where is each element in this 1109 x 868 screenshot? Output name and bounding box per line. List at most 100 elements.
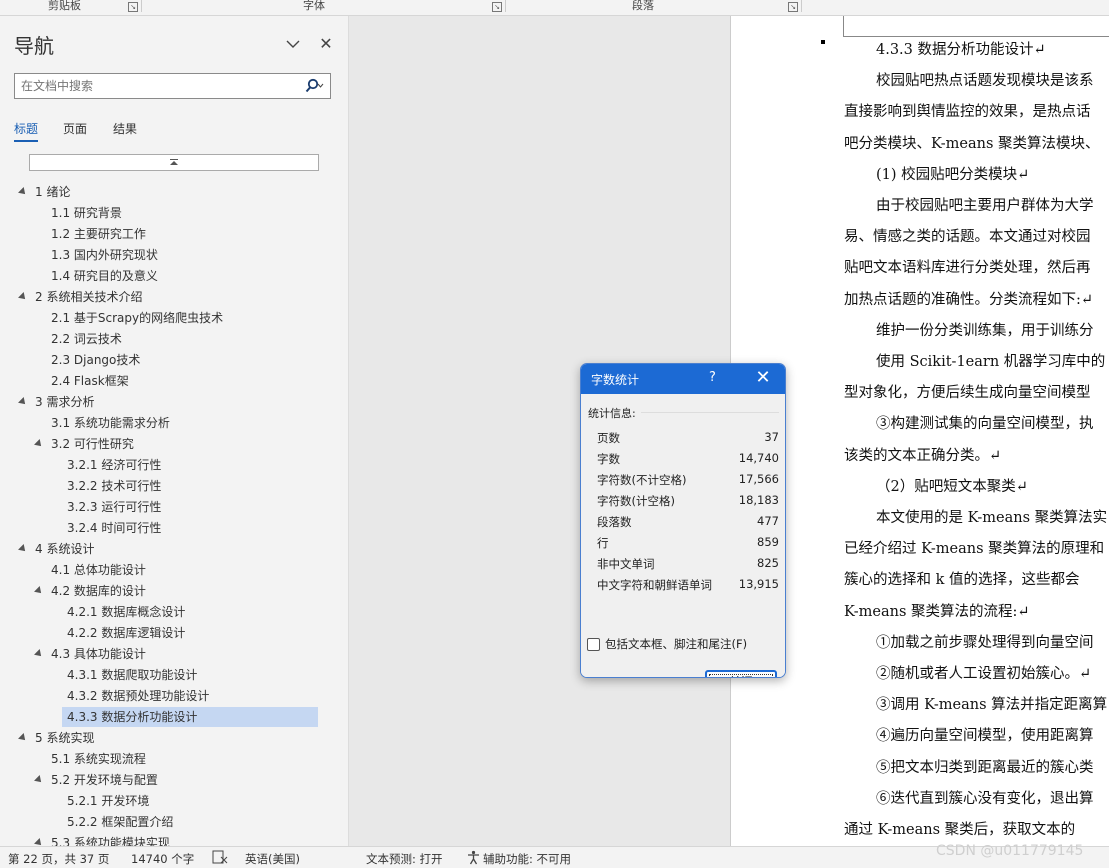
- nav-heading-item[interactable]: 3.2.2 技术可行性: [67, 476, 161, 496]
- font-launcher-icon[interactable]: ↘: [492, 2, 502, 12]
- document-text-line: ⑥迭代直到簇心没有变化，退出算: [876, 787, 1094, 808]
- document-text-line: 该类的文本正确分类。↵: [844, 444, 1001, 465]
- section-heading: 4.3.3 数据分析功能设计↵: [876, 38, 1046, 59]
- include-textboxes-checkbox[interactable]: [587, 638, 600, 651]
- stat-row: 字符数(不计空格)17,566: [597, 472, 779, 493]
- nav-heading-item[interactable]: 5.1 系统实现流程: [51, 749, 146, 769]
- nav-heading-item[interactable]: 1 绪论: [35, 182, 70, 202]
- nav-heading-item[interactable]: 2.1 基于Scrapy的网络爬虫技术: [51, 308, 223, 328]
- document-text-line: 簇心的选择和 k 值的选择，这些都会: [844, 568, 1080, 589]
- nav-heading-item[interactable]: 3.2.3 运行可行性: [67, 497, 161, 517]
- document-text-line: ③调用 K-means 算法并指定距离算: [876, 693, 1107, 714]
- proofing-icon[interactable]: [212, 850, 228, 867]
- expand-arrow-icon[interactable]: [18, 292, 28, 302]
- expand-arrow-icon[interactable]: [18, 397, 28, 407]
- close-button[interactable]: 关闭: [705, 670, 777, 678]
- clipboard-launcher-icon[interactable]: ↘: [128, 2, 138, 12]
- stat-row: 段落数477: [597, 514, 779, 535]
- expand-arrow-icon[interactable]: [34, 649, 44, 659]
- nav-heading-item[interactable]: 1.4 研究目的及意义: [51, 266, 158, 286]
- nav-search-input[interactable]: [15, 74, 295, 98]
- stat-value: 17,566: [739, 472, 779, 486]
- nav-heading-item[interactable]: 5.2 开发环境与配置: [51, 770, 158, 790]
- nav-heading-item[interactable]: 4.3 具体功能设计: [51, 644, 146, 664]
- stat-label: 行: [597, 535, 609, 551]
- nav-heading-item[interactable]: 5.2.1 开发环境: [67, 791, 149, 811]
- nav-heading-item[interactable]: 4.2 数据库的设计: [51, 581, 146, 601]
- nav-heading-item[interactable]: 4.3.3 数据分析功能设计: [67, 707, 197, 727]
- nav-heading-item[interactable]: 4.3.1 数据爬取功能设计: [67, 665, 197, 685]
- document-text-line: 贴吧文本语料库进行分类处理，然后再: [844, 256, 1091, 277]
- nav-heading-item[interactable]: 3 需求分析: [35, 392, 94, 412]
- nav-heading-item[interactable]: 4.2.2 数据库逻辑设计: [67, 623, 185, 643]
- status-text-prediction[interactable]: 文本预测: 打开: [366, 851, 443, 867]
- dialog-titlebar[interactable]: 字数统计 ? ✕: [581, 364, 786, 394]
- accessibility-icon[interactable]: [466, 850, 481, 868]
- nav-heading-item[interactable]: 5.3 系统功能模块实现: [51, 833, 170, 846]
- stat-row: 中文字符和朝鲜语单词13,915: [597, 577, 779, 598]
- document-text-line: 校园贴吧热点话题发现模块是该系: [876, 69, 1094, 90]
- expand-arrow-icon[interactable]: [34, 838, 44, 846]
- status-word-count[interactable]: 14740 个字: [131, 851, 194, 867]
- nav-title: 导航: [14, 30, 54, 59]
- ribbon-divider: [505, 0, 506, 12]
- status-accessibility[interactable]: 辅助功能: 不可用: [483, 851, 571, 867]
- document-text-line: K-means 聚类算法的流程:↵: [844, 600, 1030, 621]
- stat-value: 477: [757, 514, 779, 528]
- stat-value: 37: [764, 430, 779, 444]
- stat-value: 14,740: [739, 451, 779, 465]
- include-textboxes-option[interactable]: 包括文本框、脚注和尾注(F): [587, 636, 783, 654]
- close-icon[interactable]: ✕: [755, 368, 771, 388]
- nav-heading-item[interactable]: 4 系统设计: [35, 539, 94, 559]
- expand-arrow-icon[interactable]: [34, 439, 44, 449]
- nav-scroll-up-bar[interactable]: [29, 154, 319, 171]
- tab-pages[interactable]: 页面: [63, 120, 87, 137]
- nav-search-box[interactable]: [14, 73, 331, 99]
- nav-heading-item[interactable]: 1.2 主要研究工作: [51, 224, 146, 244]
- nav-heading-item[interactable]: 1.1 研究背景: [51, 203, 122, 223]
- nav-heading-item[interactable]: 2.2 词云技术: [51, 329, 122, 349]
- nav-heading-item[interactable]: 2.3 Django技术: [51, 350, 140, 370]
- nav-heading-item[interactable]: 4.1 总体功能设计: [51, 560, 146, 580]
- stat-value: 13,915: [739, 577, 779, 591]
- document-text-line: ⑤把文本归类到距离最近的簇心类: [876, 756, 1094, 777]
- nav-heading-item[interactable]: 4.3.2 数据预处理功能设计: [67, 686, 209, 706]
- expand-arrow-icon[interactable]: [18, 187, 28, 197]
- expand-arrow-icon[interactable]: [34, 775, 44, 785]
- document-page[interactable]: 4.3.3 数据分析功能设计↵校园贴吧热点话题发现模块是该系直接影响到舆情监控的…: [730, 16, 1109, 846]
- paragraph-launcher-icon[interactable]: ↘: [788, 2, 798, 12]
- stat-label: 字数: [597, 451, 620, 467]
- help-icon[interactable]: ?: [709, 370, 716, 385]
- tab-results[interactable]: 结果: [113, 120, 137, 137]
- expand-arrow-icon[interactable]: [34, 586, 44, 596]
- nav-heading-item[interactable]: 3.2 可行性研究: [51, 434, 134, 454]
- expand-arrow-icon[interactable]: [18, 544, 28, 554]
- nav-heading-item[interactable]: 3.2.1 经济可行性: [67, 455, 161, 475]
- search-icon[interactable]: [304, 78, 324, 94]
- crop-mark: [843, 36, 1109, 37]
- stat-label: 字符数(计空格): [597, 493, 675, 509]
- nav-heading-item[interactable]: 5 系统实现: [35, 728, 94, 748]
- navigation-pane: 导航 ✕ 标题 页面 结果 1 绪论1.1 研究背景1.2 主要研究工作1.3 …: [0, 16, 349, 846]
- tab-headings[interactable]: 标题: [14, 120, 38, 137]
- nav-heading-item[interactable]: 2.4 Flask框架: [51, 371, 129, 391]
- document-text-line: 通过 K-means 聚类后，获取文本的: [844, 818, 1075, 839]
- expand-arrow-icon[interactable]: [18, 733, 28, 743]
- nav-heading-item[interactable]: 3.2.4 时间可行性: [67, 518, 161, 538]
- status-page[interactable]: 第 22 页，共 37 页: [8, 851, 109, 867]
- nav-heading-tree: 1 绪论1.1 研究背景1.2 主要研究工作1.3 国内外研究现状1.4 研究目…: [0, 172, 349, 846]
- status-language[interactable]: 英语(美国): [245, 851, 300, 867]
- close-icon[interactable]: ✕: [318, 36, 334, 52]
- document-text-line: ②随机或者人工设置初始簇心。↵: [876, 662, 1091, 683]
- document-text-line: 本文使用的是 K-means 聚类算法实: [876, 506, 1107, 527]
- stat-value: 18,183: [739, 493, 779, 507]
- chevron-down-icon[interactable]: [285, 36, 301, 52]
- dialog-body: 统计信息: 包括文本框、脚注和尾注(F) 关闭 页数37字数14,740字符数(…: [581, 394, 786, 678]
- stat-value: 825: [757, 556, 779, 570]
- nav-heading-item[interactable]: 4.2.1 数据库概念设计: [67, 602, 185, 622]
- nav-heading-item[interactable]: 1.3 国内外研究现状: [51, 245, 158, 265]
- nav-heading-item[interactable]: 5.2.2 框架配置介绍: [67, 812, 173, 832]
- nav-heading-item[interactable]: 2 系统相关技术介绍: [35, 287, 142, 307]
- nav-heading-item[interactable]: 3.1 系统功能需求分析: [51, 413, 170, 433]
- document-text-line: 由于校园贴吧主要用户群体为大学: [876, 194, 1094, 215]
